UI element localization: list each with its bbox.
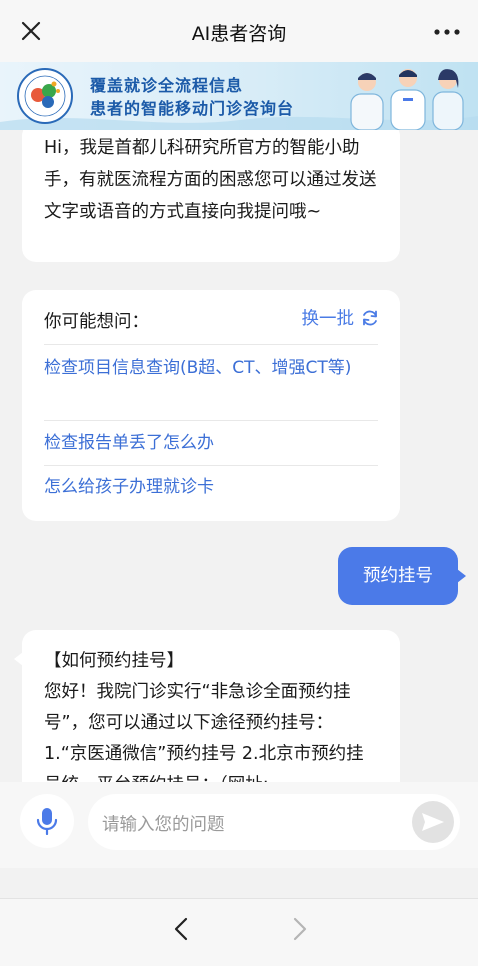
suggestion-item-lost-report[interactable]: 检查报告单丢了怎么办 [44,428,378,458]
question-input-field[interactable]: 请输入您的问题 [88,794,460,850]
user-message-bubble: 预约挂号 [338,547,466,605]
top-bar: AI患者咨询 [0,0,478,62]
greeting-text: Hi，我是首都儿科研究所官方的智能小助手，有就医流程方面的困惑您可以通过发送文字… [44,138,377,222]
refresh-icon [363,310,377,325]
answer-bubble: 【如何预约挂号】 您好！我院门诊实行“非急诊全面预约挂号”，您可以通过以下途径预… [14,630,400,782]
banner-line-2: 患者的智能移动门诊咨询台 [90,99,295,118]
answer-title: 【如何预约挂号】 [44,651,184,671]
refresh-label: 换一批 [301,309,355,329]
chevron-right-icon[interactable] [285,915,313,943]
more-dots-icon[interactable] [432,22,462,42]
send-icon [422,813,444,831]
chevron-left-icon[interactable] [168,915,196,943]
suggestions-card: 你可能想问： 换一批 检查项目信息查询(B超、CT、增强CT等) 检查报告单丢了… [22,290,400,521]
suggestion-divider [44,344,378,345]
suggestion-item-visit-card[interactable]: 怎么给孩子办理就诊卡 [44,472,378,502]
page-title: AI患者咨询 [191,23,287,45]
hospital-banner: 覆盖就诊全流程信息 患者的智能移动门诊咨询台 [0,62,478,130]
chat-area[interactable]: Hi，我是首都儿科研究所官方的智能小助手，有就医流程方面的困惑您可以通过发送文字… [0,130,478,782]
browser-nav-bar [0,898,478,966]
refresh-suggestions-button[interactable]: 换一批 [302,305,381,330]
doctors-illustration [350,69,464,130]
input-bar: 请输入您的问题 [0,782,478,868]
greeting-bubble: Hi，我是首都儿科研究所官方的智能小助手，有就医流程方面的困惑您可以通过发送文字… [22,130,400,262]
hospital-logo [17,68,73,124]
suggestion-divider [44,465,378,466]
suggestion-item-exam-info[interactable]: 检查项目信息查询(B超、CT、增强CT等) [44,353,378,383]
question-input-placeholder[interactable]: 请输入您的问题 [102,811,225,836]
suggestions-title: 你可能想问： [44,312,149,332]
voice-input-button[interactable] [20,794,74,848]
send-button[interactable] [412,801,454,843]
banner-line-1: 覆盖就诊全流程信息 [90,76,244,95]
suggestion-divider [44,420,378,421]
answer-body: 您好！我院门诊实行“非急诊全面预约挂号”，您可以通过以下途径预约挂号： 1.“京… [44,682,364,782]
microphone-icon [36,808,58,835]
user-message-text: 预约挂号 [363,566,433,586]
